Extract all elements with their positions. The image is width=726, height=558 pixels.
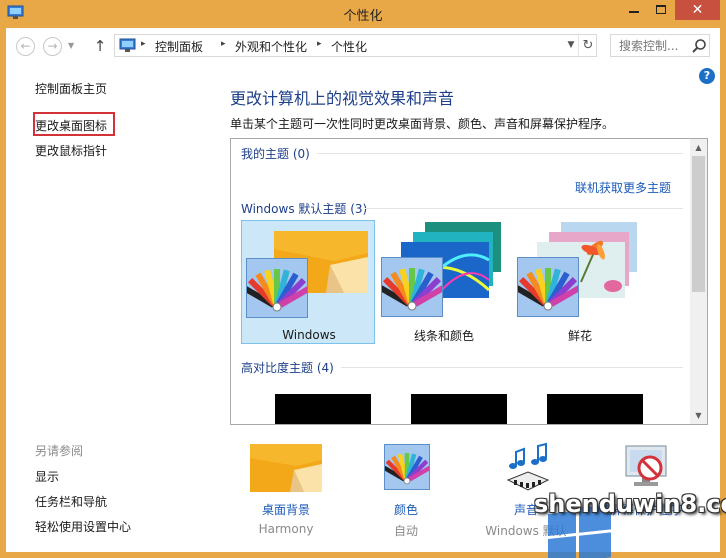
theme-label: 鲜花: [567, 329, 592, 343]
group-header-default-themes: Windows 默认主题 (3): [241, 202, 368, 216]
theme-label: 线条和颜色: [413, 329, 474, 343]
vertical-scrollbar[interactable]: ▲ ▼: [690, 139, 707, 424]
page-title: 更改计算机上的视觉效果和声音: [230, 89, 455, 108]
color-value: 自动: [393, 524, 418, 538]
maximize-button[interactable]: [648, 0, 674, 20]
theme-item-high-contrast-2[interactable]: [411, 394, 507, 424]
watermark-text: shenduwin8.com: [534, 490, 726, 518]
breadcrumb-appearance[interactable]: 外观和个性化: [235, 38, 307, 55]
scroll-up-icon[interactable]: ▲: [690, 139, 707, 156]
breadcrumb-separator-icon[interactable]: ▸: [317, 39, 322, 49]
see-also-link-display[interactable]: 显示: [35, 468, 59, 485]
back-button[interactable]: ←: [16, 37, 35, 56]
recent-locations-icon[interactable]: ▼: [68, 40, 78, 52]
divider: [365, 208, 683, 209]
color-setting[interactable]: 颜色 自动: [346, 440, 466, 550]
color-palette-icon: [381, 257, 443, 317]
scroll-thumb[interactable]: [692, 156, 705, 292]
address-dropdown-icon[interactable]: ▼: [564, 37, 578, 54]
window-title: 个性化: [343, 9, 383, 24]
get-more-themes-link[interactable]: 联机获取更多主题: [575, 179, 671, 196]
breadcrumb-separator-icon[interactable]: ▸: [141, 39, 146, 49]
theme-item-high-contrast-3[interactable]: [547, 394, 643, 424]
color-palette-icon: [517, 257, 579, 317]
window-frame: 个性化 ✕ ← → ▼ ↑ ▸ 控制面板 ▸ 外观和个性化 ▸ 个性化 ▼ ↻ …: [0, 0, 726, 558]
theme-item-windows[interactable]: Windows: [241, 220, 375, 344]
close-button[interactable]: ✕: [675, 0, 720, 20]
minimize-icon: [629, 11, 639, 13]
theme-scroll-area: 我的主题 (0) 联机获取更多主题 Windows 默认主题 (3) Windo…: [231, 139, 690, 424]
group-header-my-themes: 我的主题 (0): [241, 147, 310, 161]
client-area: ← → ▼ ↑ ▸ 控制面板 ▸ 外观和个性化 ▸ 个性化 ▼ ↻ 搜索控制..…: [6, 28, 720, 552]
divider: [317, 153, 683, 154]
breadcrumb-personalization[interactable]: 个性化: [331, 38, 367, 55]
search-box[interactable]: [610, 34, 710, 57]
search-input[interactable]: [611, 35, 691, 56]
desktop-background-value: Harmony: [258, 522, 314, 536]
see-also-header: 另请参阅: [35, 444, 84, 458]
divider: [341, 367, 683, 368]
sidebar-link-desktop-icons[interactable]: 更改桌面图标: [35, 117, 107, 134]
maximize-icon: [656, 5, 666, 14]
theme-item-flowers[interactable]: 鲜花: [513, 220, 647, 344]
color-label[interactable]: 颜色: [346, 501, 466, 518]
sidebar-link-mouse-pointers[interactable]: 更改鼠标指针: [35, 142, 107, 159]
group-header-high-contrast: 高对比度主题 (4): [241, 361, 334, 375]
help-button[interactable]: ?: [699, 68, 715, 84]
color-palette-icon: [246, 258, 308, 318]
refresh-button[interactable]: ↻: [578, 35, 597, 56]
theme-item-high-contrast-1[interactable]: [275, 394, 371, 424]
page-description: 单击某个主题可一次性同时更改桌面背景、颜色、声音和屏幕保护程序。: [230, 117, 615, 131]
desktop-background-label[interactable]: 桌面背景: [226, 501, 346, 518]
see-also-link-ease-of-access[interactable]: 轻松使用设置中心: [35, 518, 131, 535]
control-panel-icon: [119, 38, 136, 52]
theme-item-lines-and-colors[interactable]: 线条和颜色: [377, 220, 511, 344]
up-button[interactable]: ↑: [92, 36, 108, 56]
navigation-bar: ← → ▼ ↑ ▸ 控制面板 ▸ 外观和个性化 ▸ 个性化 ▼ ↻: [6, 28, 720, 64]
desktop-background-icon: [250, 444, 322, 492]
breadcrumb-control-panel[interactable]: 控制面板: [155, 38, 203, 55]
scroll-down-icon[interactable]: ▼: [690, 407, 707, 424]
forward-button[interactable]: →: [43, 37, 62, 56]
sidebar-link-home[interactable]: 控制面板主页: [35, 80, 107, 97]
color-icon: [381, 444, 433, 490]
desktop-background-setting[interactable]: 桌面背景 Harmony: [226, 440, 346, 550]
search-icon[interactable]: [691, 38, 707, 54]
minimize-button[interactable]: [621, 0, 647, 20]
breadcrumb-separator-icon[interactable]: ▸: [221, 39, 226, 49]
theme-list: 我的主题 (0) 联机获取更多主题 Windows 默认主题 (3) Windo…: [230, 138, 708, 425]
theme-label: Windows: [282, 328, 336, 342]
see-also-link-taskbar[interactable]: 任务栏和导航: [35, 493, 107, 510]
address-bar[interactable]: ▸ 控制面板 ▸ 外观和个性化 ▸ 个性化 ▼ ↻: [114, 34, 597, 57]
title-bar[interactable]: 个性化 ✕: [0, 0, 726, 28]
